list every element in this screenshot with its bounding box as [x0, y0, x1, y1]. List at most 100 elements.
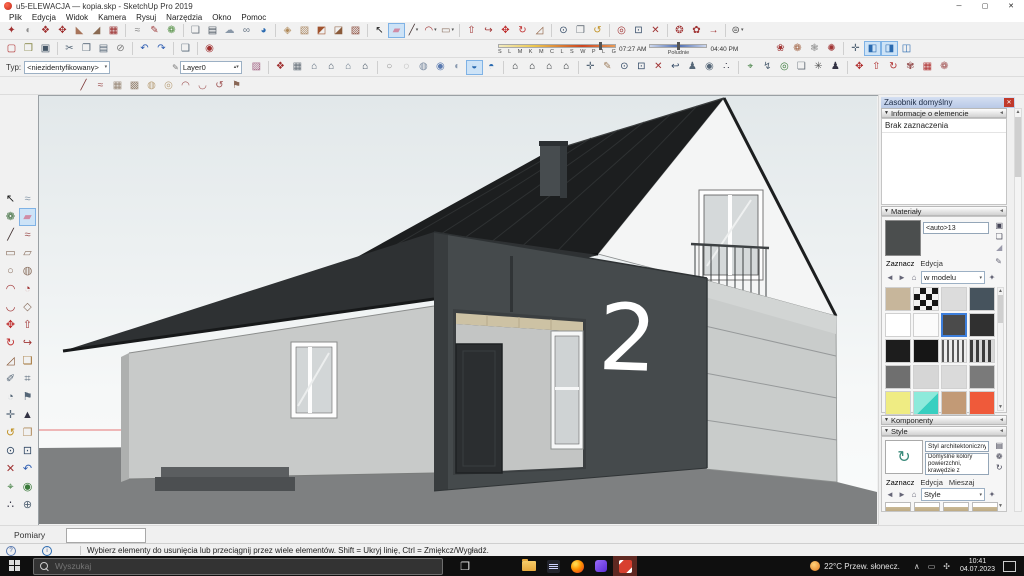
- lp-rotate[interactable]: ↻: [2, 334, 19, 352]
- lp-freehand[interactable]: ≈: [19, 226, 36, 244]
- shadow-date-slider[interactable]: SLMKMCLSWPLG: [498, 42, 616, 56]
- tray-title-bar[interactable]: Zasobnik domyślny ✕: [881, 97, 1015, 108]
- lp-axes[interactable]: ✛: [2, 406, 19, 424]
- push-pull-tool[interactable]: ⇧: [463, 23, 480, 38]
- lp-line[interactable]: ╱: [2, 226, 19, 244]
- material-swatch-5[interactable]: [885, 313, 911, 337]
- tray-tab-1[interactable]: Zaznacz: [886, 478, 914, 487]
- erase-selected[interactable]: ⊘: [112, 41, 129, 56]
- previous-view[interactable]: ↩: [667, 60, 684, 75]
- grid-red[interactable]: ▦: [919, 60, 936, 75]
- firefox-button[interactable]: [565, 556, 589, 576]
- style-shaded[interactable]: ◍: [415, 60, 432, 75]
- lp-protractor[interactable]: ◔: [2, 388, 19, 406]
- sb-grid-1[interactable]: ▦: [109, 78, 126, 93]
- link-model[interactable]: ∞: [238, 23, 255, 38]
- scale-tool[interactable]: ◿: [531, 23, 548, 38]
- file-explorer-button[interactable]: [517, 556, 541, 576]
- lp-paint[interactable]: ❁: [2, 208, 19, 226]
- styles-collection-dropdown[interactable]: Style ▾: [921, 488, 985, 501]
- select-tool[interactable]: ↖: [371, 23, 388, 38]
- menu-widok[interactable]: Widok: [61, 13, 93, 22]
- photo-texture[interactable]: ▤: [204, 23, 221, 38]
- lp-pan[interactable]: ❐: [19, 424, 36, 442]
- fog-dark[interactable]: ⌂: [558, 60, 575, 75]
- sb-circle-1[interactable]: ◍: [143, 78, 160, 93]
- zoom-small[interactable]: ⊙: [616, 60, 633, 75]
- lp-zoom-extents[interactable]: ✕: [2, 460, 19, 478]
- menu-narzedzia[interactable]: Narzędzia: [161, 13, 207, 22]
- 3d-warehouse[interactable]: ❂: [671, 23, 688, 38]
- dropdown-arrow-icon[interactable]: ▾: [416, 28, 419, 33]
- search-input[interactable]: [53, 560, 357, 572]
- create-material-icon[interactable]: ▣: [995, 221, 1003, 230]
- cut-tool[interactable]: ✂: [61, 41, 78, 56]
- forward-arrow-icon[interactable]: ►: [897, 490, 907, 499]
- eye-tool[interactable]: ◉: [701, 60, 718, 75]
- list-view-icon[interactable]: ✦: [987, 490, 997, 499]
- move-tool[interactable]: ✥: [497, 23, 514, 38]
- forward-arrow-icon[interactable]: ►: [897, 273, 907, 282]
- task-view-button[interactable]: ❐: [453, 556, 477, 576]
- drape-tool[interactable]: ▨: [347, 23, 364, 38]
- pan-tool[interactable]: ❐: [572, 23, 589, 38]
- material-swatch-13[interactable]: [885, 365, 911, 389]
- material-swatch-3[interactable]: [941, 287, 967, 311]
- section-header-entity-info[interactable]: ▼ Informacje o elemencie ◄: [881, 108, 1007, 118]
- material-swatch-9[interactable]: [885, 339, 911, 363]
- update-style-icon[interactable]: ↻: [996, 463, 1003, 472]
- scroll-down-icon[interactable]: ▼: [998, 404, 1003, 410]
- home-lock-icon[interactable]: ⌂: [909, 490, 919, 499]
- material-swatch-10[interactable]: [913, 339, 939, 363]
- tray-scrollbar[interactable]: ▲: [1014, 108, 1022, 512]
- scene-1[interactable]: ⌂: [306, 60, 323, 75]
- lp-follow-me[interactable]: ↪: [19, 334, 36, 352]
- lp-scale[interactable]: ◿: [2, 352, 19, 370]
- info-circle-icon[interactable]: i: [42, 546, 52, 556]
- dropdown-arrow-icon[interactable]: ▾: [434, 28, 437, 33]
- sandbox-from-scratch[interactable]: ▧: [296, 23, 313, 38]
- material-swatch-1[interactable]: [885, 287, 911, 311]
- account-menu[interactable]: ⊜▾: [729, 23, 746, 38]
- lp-previous[interactable]: ↶: [19, 460, 36, 478]
- send-to-layout[interactable]: →: [705, 23, 722, 38]
- sample-paint-icon[interactable]: ✎: [995, 257, 1002, 266]
- lp-eraser[interactable]: ▰: [19, 208, 36, 226]
- soften-edges[interactable]: ❃: [806, 41, 823, 56]
- style-name-field[interactable]: [925, 441, 989, 452]
- weather-text[interactable]: 22°C Przew. słonecz.: [824, 562, 900, 571]
- zoom-extents-tool[interactable]: ✕: [647, 23, 664, 38]
- viewport-3d[interactable]: 2: [39, 96, 877, 524]
- tray-tab-1[interactable]: Zaznacz: [886, 259, 914, 268]
- brush-red[interactable]: ✾: [902, 60, 919, 75]
- dynamic-components[interactable]: ❖: [272, 60, 289, 75]
- media-app-button[interactable]: [541, 556, 565, 576]
- tray-close-icon[interactable]: ✕: [1004, 98, 1014, 107]
- home-icon[interactable]: ⌂: [909, 273, 919, 282]
- material-name-field[interactable]: [923, 222, 989, 234]
- style-preview[interactable]: ↻: [885, 440, 923, 474]
- lp-walk[interactable]: ∴: [2, 496, 19, 514]
- pivot-tool[interactable]: ↯: [759, 60, 776, 75]
- person-tool[interactable]: ♟: [827, 60, 844, 75]
- freehand-curve[interactable]: ≈: [129, 23, 146, 38]
- material-swatch-19[interactable]: [941, 391, 967, 415]
- sb-flag[interactable]: ⚑: [228, 78, 245, 93]
- axes-tool[interactable]: ✛: [847, 41, 864, 56]
- material-swatch-17[interactable]: [885, 391, 911, 415]
- swatch-grid-scrollbar[interactable]: ▲ ▼: [997, 287, 1004, 411]
- display-icon[interactable]: ▭: [928, 562, 936, 571]
- material-swatch-2[interactable]: [913, 287, 939, 311]
- model-comment[interactable]: ❏: [187, 23, 204, 38]
- paint-style-icon[interactable]: ❁: [996, 452, 1003, 461]
- lp-circle[interactable]: ○: [2, 262, 19, 280]
- zoom-tool[interactable]: ⊙: [555, 23, 572, 38]
- tray-chevron-icon[interactable]: ∧: [914, 562, 920, 571]
- date-slider-track[interactable]: [498, 44, 616, 48]
- lp-arc-2[interactable]: ◡: [2, 298, 19, 316]
- view-top[interactable]: ◨: [881, 41, 898, 56]
- detail-arrow-icon[interactable]: ◄: [999, 208, 1004, 214]
- material-swatch-7[interactable]: [941, 313, 967, 337]
- fog-settings[interactable]: ❁: [789, 41, 806, 56]
- close-button[interactable]: ✕: [998, 1, 1024, 12]
